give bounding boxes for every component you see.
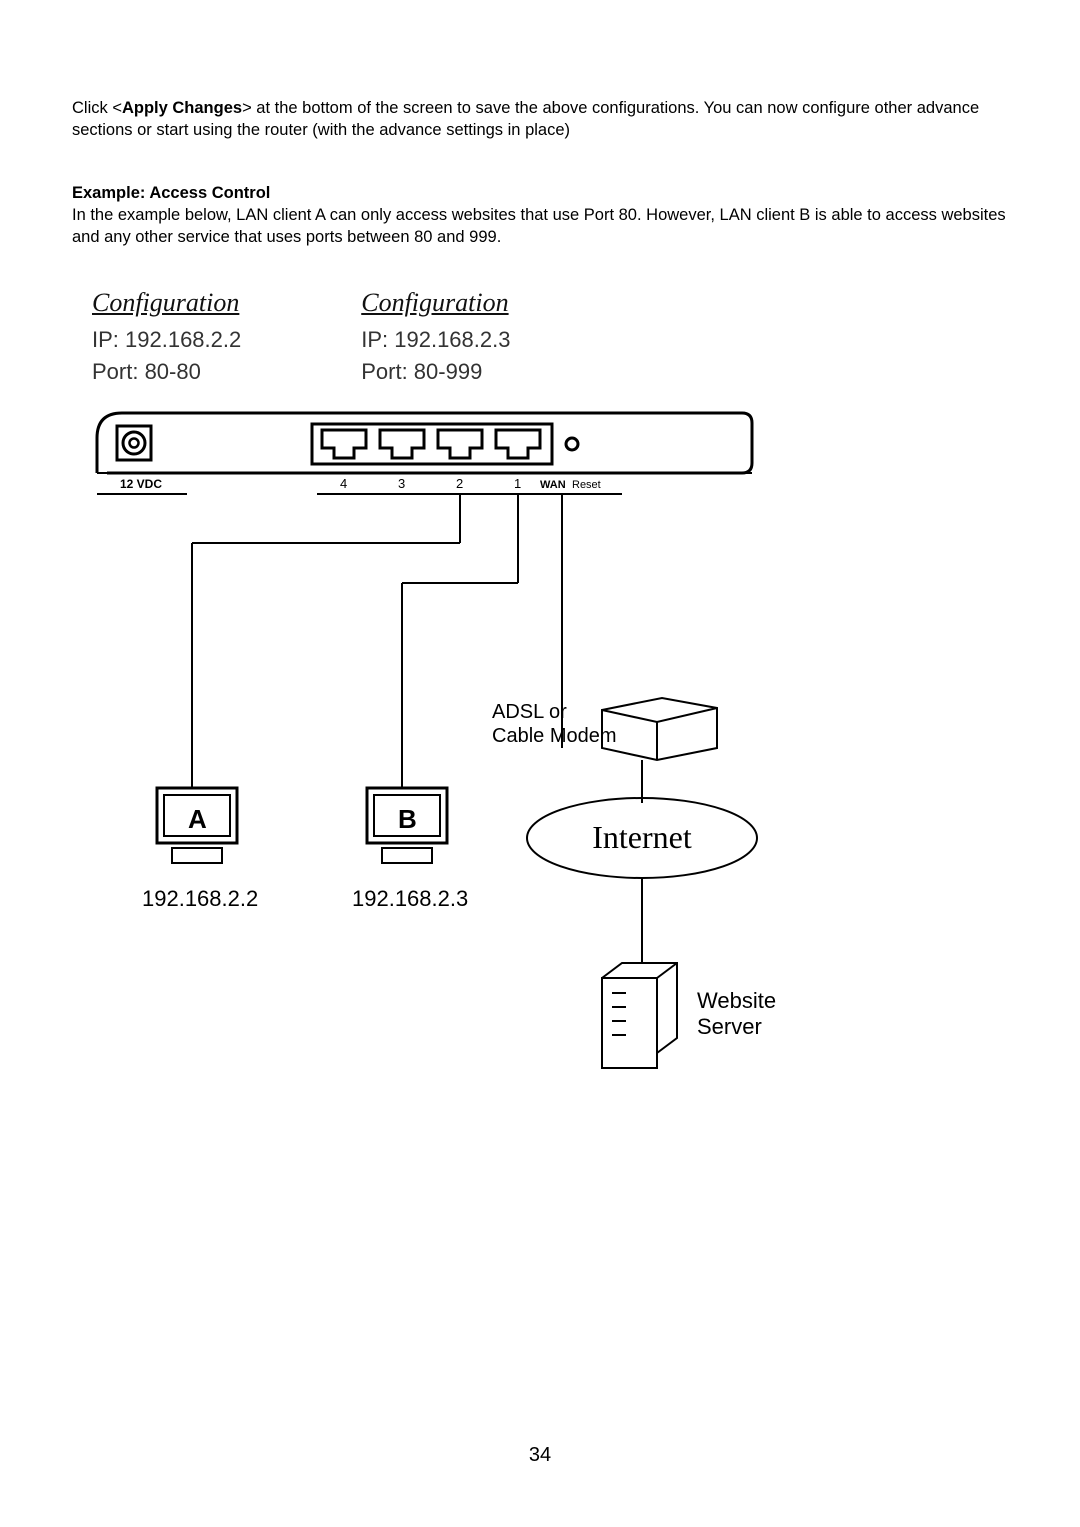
config-a-title: Configuration bbox=[92, 288, 241, 318]
modem-icon bbox=[602, 698, 717, 760]
config-b-port: Port: 80-999 bbox=[361, 356, 510, 388]
wan-label: WAN bbox=[540, 479, 566, 491]
router-button-icon bbox=[566, 438, 578, 450]
modem-label-1: ADSL or bbox=[492, 701, 567, 723]
server-icon bbox=[602, 963, 677, 1068]
client-b-icon: B bbox=[367, 788, 447, 863]
config-a: Configuration IP: 192.168.2.2 Port: 80-8… bbox=[92, 288, 241, 388]
modem-label-2: Cable Modem bbox=[492, 725, 617, 747]
port3-label: 3 bbox=[398, 476, 405, 491]
client-a-icon: A bbox=[157, 788, 237, 863]
port4-label: 4 bbox=[340, 476, 347, 491]
config-b-title: Configuration bbox=[361, 288, 510, 318]
network-diagram: 12 VDC 4 3 2 1 WAN Reset A bbox=[92, 408, 1008, 1128]
intro-paragraph: Click <Apply Changes> at the bottom of t… bbox=[72, 97, 1008, 142]
client-b-letter: B bbox=[398, 804, 417, 834]
client-b-ip: 192.168.2.3 bbox=[352, 886, 468, 911]
port2-label: 2 bbox=[456, 476, 463, 491]
config-b: Configuration IP: 192.168.2.3 Port: 80-9… bbox=[361, 288, 510, 388]
intro-prefix: Click < bbox=[72, 99, 122, 117]
port1-label: 1 bbox=[514, 476, 521, 491]
apply-changes-label: Apply Changes bbox=[122, 99, 242, 117]
example-heading: Example: Access Control bbox=[72, 184, 270, 202]
internet-label: Internet bbox=[592, 819, 692, 855]
client-a-letter: A bbox=[188, 804, 207, 834]
configuration-row: Configuration IP: 192.168.2.2 Port: 80-8… bbox=[92, 288, 1008, 388]
server-label-1: Website bbox=[697, 988, 776, 1013]
example-body: In the example below, LAN client A can o… bbox=[72, 206, 1006, 246]
reset-label: Reset bbox=[572, 479, 601, 491]
power-label: 12 VDC bbox=[120, 477, 162, 491]
page-number: 34 bbox=[529, 1444, 551, 1467]
lan-ports bbox=[312, 424, 552, 464]
config-a-port: Port: 80-80 bbox=[92, 356, 241, 388]
client-a-ip: 192.168.2.2 bbox=[142, 886, 258, 911]
server-label-2: Server bbox=[697, 1014, 762, 1039]
config-b-ip: IP: 192.168.2.3 bbox=[361, 324, 510, 356]
config-a-ip: IP: 192.168.2.2 bbox=[92, 324, 241, 356]
